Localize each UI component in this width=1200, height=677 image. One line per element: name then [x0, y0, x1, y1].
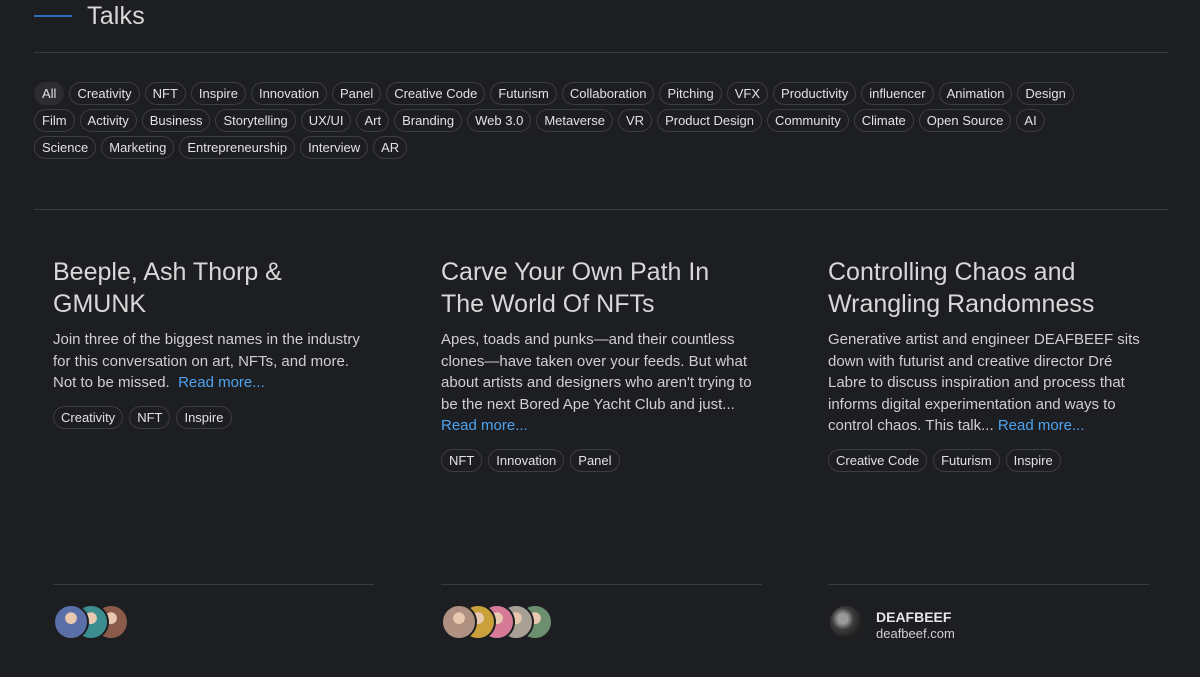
speaker-name[interactable]: DEAFBEEF	[876, 609, 951, 625]
tag-filter-inspire[interactable]: Inspire	[190, 82, 246, 105]
talk-card-description: Join three of the biggest names in the i…	[53, 329, 373, 394]
card-tag-nft[interactable]: NFT	[129, 405, 171, 429]
speaker-website[interactable]: deafbeef.com	[876, 626, 955, 641]
talk-card-beeple[interactable]: Beeple, Ash Thorp & GMUNK Join three of …	[53, 256, 373, 429]
tag-filter-art[interactable]: Art	[356, 109, 390, 132]
tag-row-1: All Creativity NFT Inspire Innovation Panel Cr…	[34, 82, 1168, 105]
tag-filter-climate[interactable]: Climate	[853, 109, 914, 132]
talk-card-description-text: Apes, toads and punks—and their countles…	[441, 331, 752, 413]
tag-filter-animation[interactable]: Animation	[938, 82, 1013, 105]
tag-filter-creativity[interactable]: Creativity	[69, 82, 140, 105]
card-tag-futurism[interactable]: Futurism	[933, 448, 1000, 472]
tag-filter-marketing[interactable]: Marketing	[101, 136, 175, 159]
card-tag-inspire[interactable]: Inspire	[1005, 448, 1061, 472]
talk-card-title-line: Beeple, Ash Thorp &	[53, 258, 282, 286]
talk-card-description: Apes, toads and punks—and their countles…	[441, 329, 761, 437]
tag-row-2: Film Activity Business Storytelling UX/UI Art…	[34, 109, 1168, 132]
tag-filter-activity[interactable]: Activity	[79, 109, 137, 132]
tag-filter-panel[interactable]: Panel	[331, 82, 382, 105]
card-footer-divider	[53, 584, 374, 585]
tag-filter-creative-code[interactable]: Creative Code	[386, 82, 486, 105]
talk-card-tags: Creative Code Futurism Inspire	[828, 448, 1148, 472]
card-tag-panel[interactable]: Panel	[570, 448, 620, 472]
tag-filter-community[interactable]: Community	[766, 109, 849, 132]
talk-card-carve-your-own-path[interactable]: Carve Your Own Path In The World Of NFTs…	[441, 256, 761, 472]
tag-filter-storytelling[interactable]: Storytelling	[215, 109, 296, 132]
tag-filter-branding[interactable]: Branding	[394, 109, 463, 132]
talk-card-title-line: Controlling Chaos and	[828, 258, 1076, 286]
tag-filter-list: All Creativity NFT Inspire Innovation Panel Cr…	[34, 82, 1168, 163]
tag-filter-futurism[interactable]: Futurism	[490, 82, 557, 105]
section-divider	[34, 209, 1168, 210]
tag-filter-influencer[interactable]: influencer	[861, 82, 934, 105]
card-footer-divider	[828, 584, 1149, 585]
page-title: Talks	[87, 2, 145, 30]
avatar[interactable]	[53, 604, 89, 640]
tag-filter-web-3-0[interactable]: Web 3.0	[467, 109, 532, 132]
tag-filter-productivity[interactable]: Productivity	[773, 82, 857, 105]
read-more-link[interactable]: Read more...	[998, 417, 1085, 434]
tag-filter-innovation[interactable]: Innovation	[250, 82, 327, 105]
tag-filter-business[interactable]: Business	[141, 109, 211, 132]
talk-card-controlling-chaos[interactable]: Controlling Chaos and Wrangling Randomne…	[828, 256, 1148, 472]
talk-card-description: Generative artist and engineer DEAFBEEF …	[828, 329, 1148, 437]
tag-filter-design[interactable]: Design	[1017, 82, 1074, 105]
talk-card-title[interactable]: Beeple, Ash Thorp & GMUNK	[53, 256, 373, 320]
talk-card-tags: NFT Innovation Panel	[441, 448, 761, 472]
card-tag-innovation[interactable]: Innovation	[488, 448, 565, 472]
tag-filter-vfx[interactable]: VFX	[726, 82, 769, 105]
avatar[interactable]	[441, 604, 477, 640]
tag-row-3: Science Marketing Entrepreneurship Intervie…	[34, 136, 1168, 159]
tag-filter-science[interactable]: Science	[34, 136, 97, 159]
tag-filter-product-design[interactable]: Product Design	[657, 109, 762, 132]
tag-filter-open-source[interactable]: Open Source	[918, 109, 1012, 132]
tag-filter-collaboration[interactable]: Collaboration	[561, 82, 655, 105]
tag-filter-pitching[interactable]: Pitching	[659, 82, 722, 105]
tag-filter-ai[interactable]: AI	[1016, 109, 1045, 132]
card-tag-creative-code[interactable]: Creative Code	[828, 448, 928, 472]
read-more-link[interactable]: Read more...	[441, 417, 528, 434]
card-tag-nft[interactable]: NFT	[441, 448, 483, 472]
read-more-link[interactable]: Read more...	[178, 374, 265, 391]
tag-filter-nft[interactable]: NFT	[144, 82, 186, 105]
tag-filter-all[interactable]: All	[34, 82, 65, 105]
talk-card-tags: Creativity NFT Inspire	[53, 405, 373, 429]
card-tag-creativity[interactable]: Creativity	[53, 405, 124, 429]
tag-filter-metaverse[interactable]: Metaverse	[536, 109, 614, 132]
talk-card-title-line: GMUNK	[53, 290, 147, 318]
tag-filter-entrepreneurship[interactable]: Entrepreneurship	[179, 136, 296, 159]
tag-filter-interview[interactable]: Interview	[300, 136, 369, 159]
header-accent-line	[34, 15, 72, 17]
speaker-avatars	[53, 604, 143, 642]
tag-filter-ux-ui[interactable]: UX/UI	[300, 109, 352, 132]
tag-filter-ar[interactable]: AR	[373, 136, 408, 159]
talk-card-title-line: Wrangling Randomness	[828, 290, 1095, 318]
tag-filter-film[interactable]: Film	[34, 109, 75, 132]
card-footer-divider	[441, 584, 762, 585]
avatar[interactable]	[828, 604, 864, 640]
card-tag-inspire[interactable]: Inspire	[176, 405, 232, 429]
talk-card-description-text: Generative artist and engineer DEAFBEEF …	[828, 331, 1140, 434]
speaker-avatars	[441, 604, 553, 642]
talk-card-title[interactable]: Carve Your Own Path In The World Of NFTs	[441, 256, 761, 320]
tag-filter-vr[interactable]: VR	[618, 109, 653, 132]
talk-card-title[interactable]: Controlling Chaos and Wrangling Randomne…	[828, 256, 1148, 320]
talk-card-title-line: Carve Your Own Path In	[441, 258, 710, 286]
talk-card-title-line: The World Of NFTs	[441, 290, 655, 318]
section-header: Talks	[34, 0, 1168, 53]
